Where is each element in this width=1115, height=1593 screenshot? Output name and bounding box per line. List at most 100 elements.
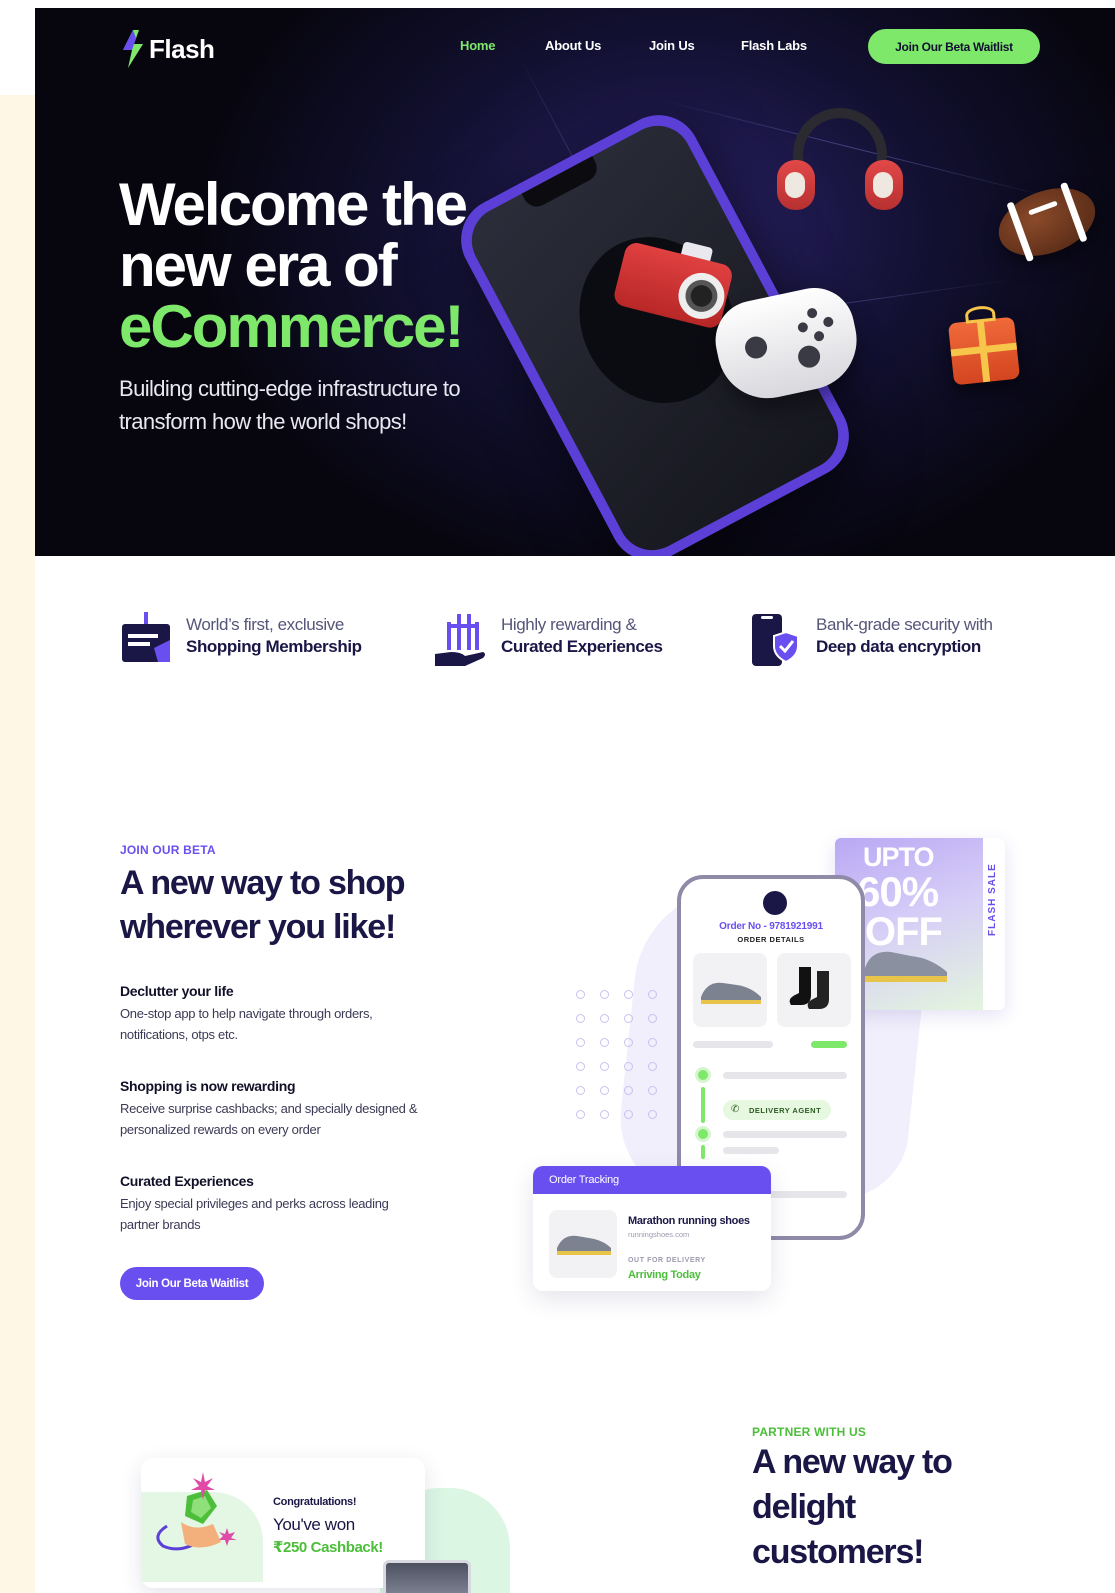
feature-rewards: Highly rewarding & Curated Experiences: [435, 612, 663, 668]
check-icon: [695, 1067, 711, 1083]
hero-title-line2: new era of: [119, 232, 398, 299]
sale-line2: 60%: [857, 868, 939, 915]
gem-hand-icon: [156, 1472, 237, 1551]
product-thumb-socks: [777, 953, 851, 1027]
tracking-header: Order Tracking: [533, 1166, 771, 1194]
grid-dot: [600, 1062, 609, 1071]
sale-tag: FLASH SALE: [987, 863, 998, 936]
grid-dot: [648, 1038, 657, 1047]
gamepad-button: [806, 307, 819, 320]
grid-dot: [648, 990, 657, 999]
bolt-icon: [123, 30, 143, 68]
hero-subtitle: Building cutting-edge infrastructure to …: [119, 376, 461, 434]
tracking-product-site: runningshoes.com: [628, 1230, 690, 1239]
grid-dot: [624, 1014, 633, 1023]
dot-grid: [576, 990, 676, 1130]
gamepad-stick: [796, 343, 823, 370]
grid-dot: [600, 1110, 609, 1119]
socks-icon: [789, 967, 829, 1009]
gift-box-illustration: [947, 304, 1021, 386]
product-thumb-shoe: [693, 953, 767, 1027]
delivery-agent-label: DELIVERY AGENT: [749, 1105, 822, 1115]
cashback-amount: ₹250 Cashback!: [273, 1539, 383, 1556]
grid-dot: [600, 990, 609, 999]
nav-flash-labs[interactable]: Flash Labs: [741, 38, 807, 53]
grid-dot: [624, 990, 633, 999]
membership-card-icon: [122, 612, 170, 662]
gamepad-button: [796, 321, 809, 334]
hero-section: Flash Home About Us Join Us Flash Labs J…: [35, 8, 1115, 556]
join-waitlist-button[interactable]: Join Our Beta Waitlist: [120, 1267, 264, 1300]
football-illustration: [989, 175, 1105, 269]
feature-membership: World’s first, exclusive Shopping Member…: [120, 612, 362, 668]
feature-line1: Highly rewarding &: [501, 615, 637, 634]
grid-dot: [648, 1062, 657, 1071]
won-label: You've won: [273, 1515, 355, 1534]
grid-dot: [600, 1086, 609, 1095]
timeline-line: [701, 1145, 705, 1159]
grid-dot: [624, 1038, 633, 1047]
grid-dot: [648, 1014, 657, 1023]
feature-line1: World’s first, exclusive: [186, 615, 344, 634]
grid-dot: [576, 1014, 585, 1023]
placeholder-line: [723, 1072, 847, 1079]
placeholder-line: [723, 1147, 779, 1154]
nav-join-us[interactable]: Join Us: [649, 38, 695, 53]
status-line: [811, 1041, 847, 1048]
headphones-cup-right: [865, 160, 903, 210]
beta-title-line1: A new way to shop: [120, 864, 406, 902]
feature-line2: Shopping Membership: [186, 637, 362, 656]
partner-title-line3: customers!: [752, 1533, 924, 1571]
feature-line2: Curated Experiences: [501, 637, 663, 656]
beta-point-curated: Curated Experiences Enjoy special privil…: [120, 1173, 420, 1235]
beta-title: A new way to shop wherever you like!: [120, 861, 406, 949]
join-waitlist-button-top[interactable]: Join Our Beta Waitlist: [868, 29, 1040, 64]
grid-dot: [576, 990, 585, 999]
check-icon: [695, 1126, 711, 1142]
congrats-label: Congratulations!: [273, 1496, 357, 1508]
tracking-product-name: Marathon running shoes: [628, 1215, 750, 1227]
tracking-product-image: [549, 1210, 617, 1278]
football-stripe: [1059, 181, 1088, 243]
brand-name: Flash: [149, 33, 215, 64]
flash-logo[interactable]: Flash: [119, 30, 215, 68]
placeholder-line: [693, 1041, 773, 1048]
headphones-cup-left: [777, 160, 815, 210]
point-title: Declutter your life: [120, 983, 234, 999]
placeholder-line: [723, 1131, 847, 1138]
grid-dot: [624, 1110, 633, 1119]
hero-title: Welcome the new era of eCommerce!: [119, 174, 539, 357]
point-desc: Enjoy special privileges and perks acros…: [120, 1196, 389, 1232]
grid-dot: [624, 1086, 633, 1095]
point-desc: One-stop app to help navigate through or…: [120, 1006, 373, 1042]
hero-title-highlight: eCommerce!: [119, 293, 464, 360]
laptop-illustration: [383, 1560, 471, 1593]
partner-title-line2: delight: [752, 1488, 856, 1526]
left-side-strip: [0, 95, 35, 1593]
gamepad-button: [813, 330, 826, 343]
order-tracking-card: Order Tracking Marathon running shoes ru…: [533, 1166, 771, 1291]
point-desc: Receive surprise cashbacks; and speciall…: [120, 1101, 418, 1137]
beta-point-rewarding: Shopping is now rewarding Receive surpri…: [120, 1078, 420, 1140]
feature-line1: Bank-grade security with: [816, 615, 993, 634]
beta-point-declutter: Declutter your life One-stop app to help…: [120, 983, 420, 1045]
partner-title-line1: A new way to: [752, 1443, 953, 1481]
feature-security: Bank-grade security with Deep data encry…: [750, 612, 993, 668]
feature-line2: Deep data encryption: [816, 637, 981, 656]
grid-dot: [576, 1038, 585, 1047]
hero-title-line1: Welcome the: [119, 171, 468, 238]
football-lace: [1028, 200, 1058, 216]
grid-dot: [576, 1062, 585, 1071]
order-details-label: ORDER DETAILS: [737, 935, 805, 944]
headphones-illustration: [775, 108, 905, 218]
gamepad-button: [822, 315, 835, 328]
running-shoe-icon: [557, 1235, 611, 1255]
running-shoe-icon: [701, 982, 761, 1004]
grid-dot: [624, 1062, 633, 1071]
partner-title: A new way to delight customers!: [752, 1440, 953, 1575]
phone-icon: ✆: [731, 1104, 740, 1115]
gamepad-stick: [743, 334, 770, 361]
order-number: Order No - 9781921991: [719, 921, 823, 932]
nav-about-us[interactable]: About Us: [545, 38, 601, 53]
nav-home[interactable]: Home: [460, 38, 496, 53]
